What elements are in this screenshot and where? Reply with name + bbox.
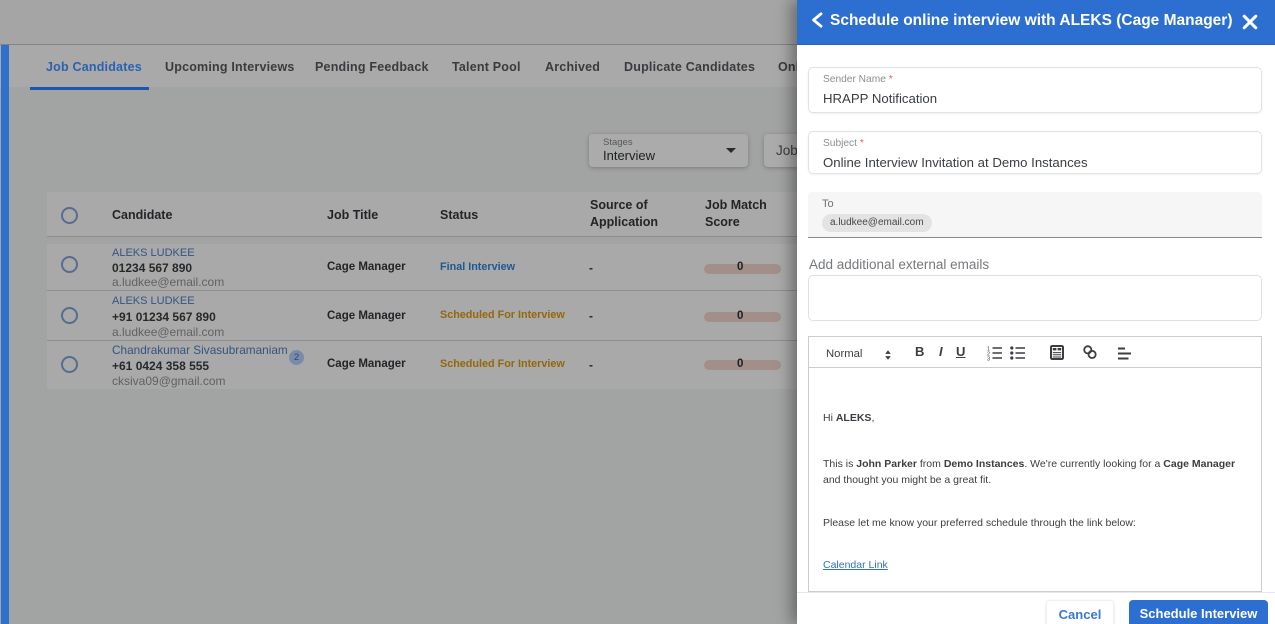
svg-text:3: 3 <box>987 356 990 361</box>
